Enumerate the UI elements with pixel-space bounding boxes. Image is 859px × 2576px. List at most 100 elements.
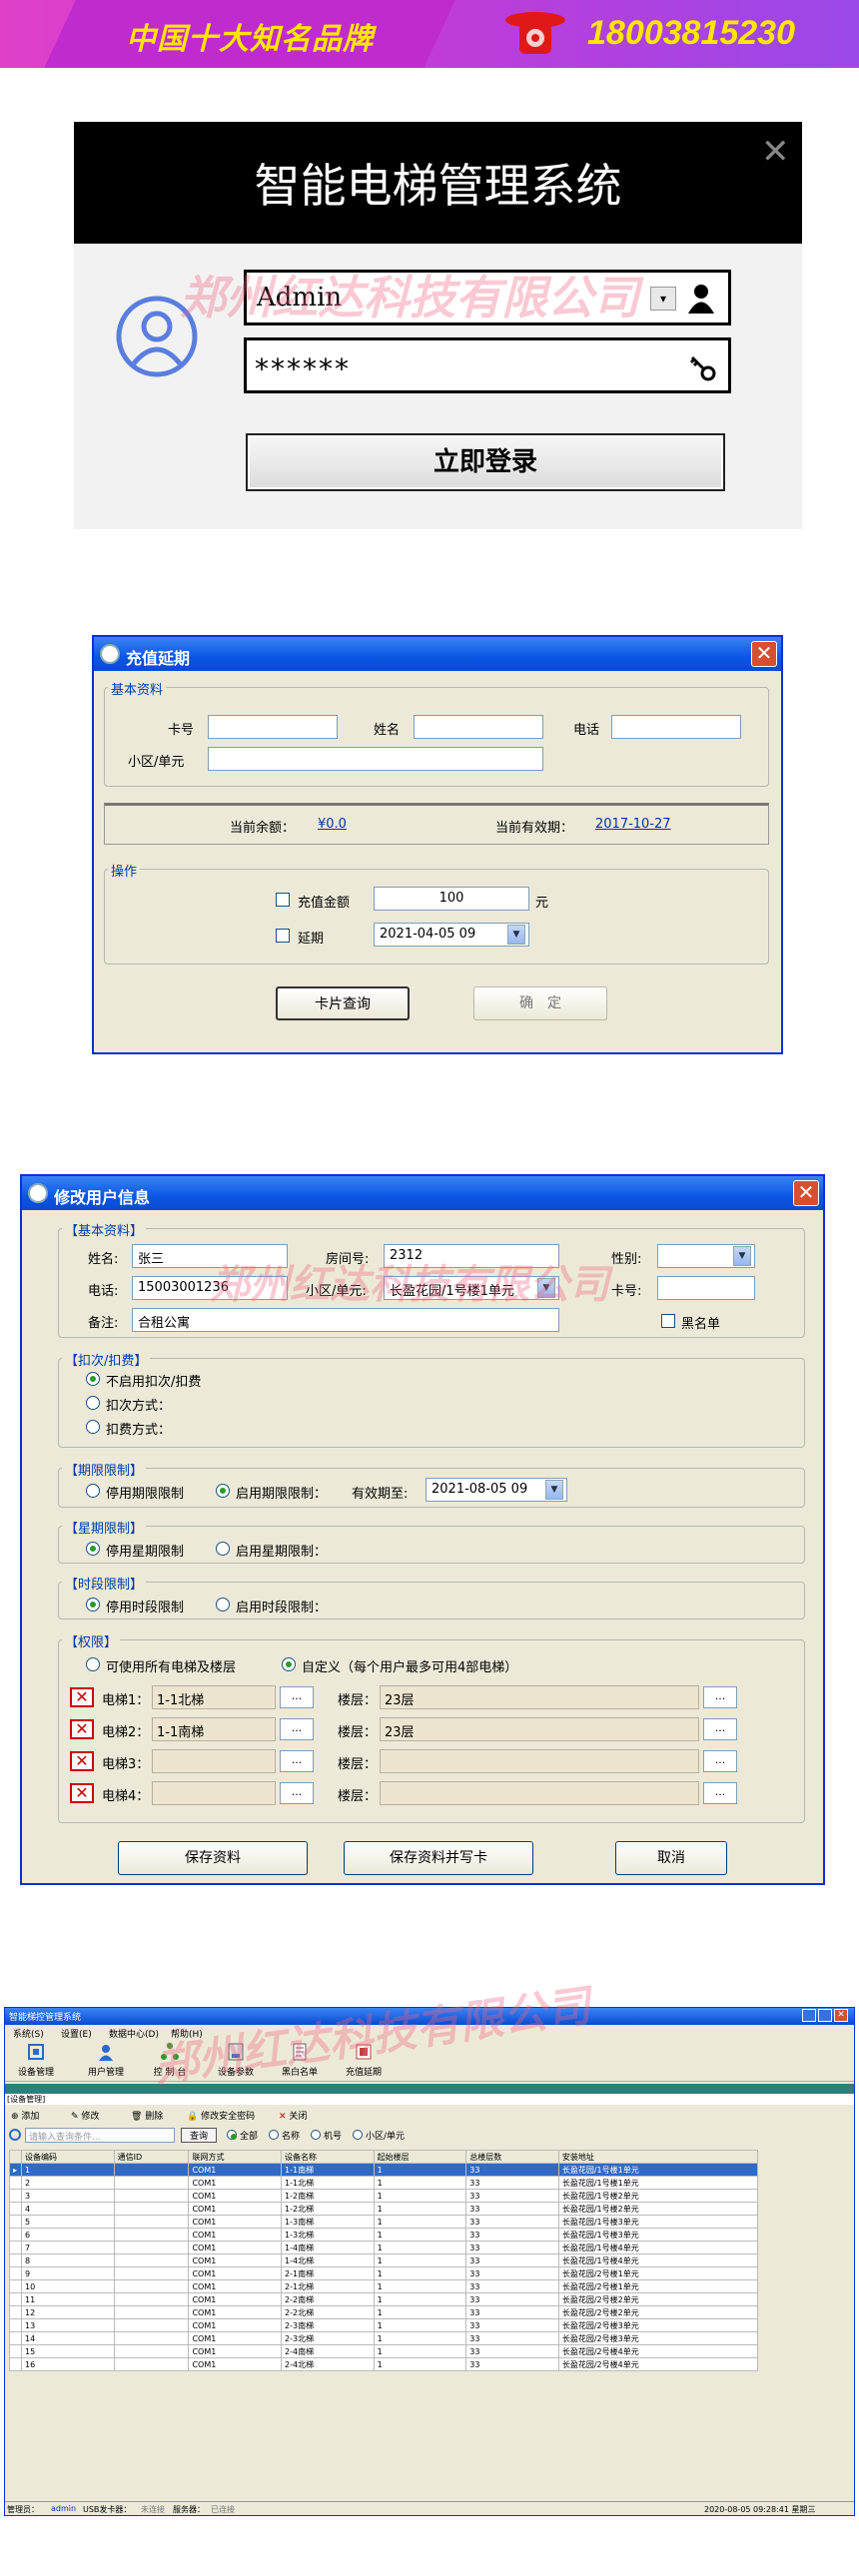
week-off-radio[interactable] [86,1542,100,1556]
remove-elevator-2-icon[interactable]: ✕ [70,1719,94,1739]
card-input[interactable] [657,1276,755,1300]
elevator-3-field[interactable] [152,1749,276,1773]
filter-all-radio[interactable] [227,2130,237,2140]
deduct-fee-radio[interactable] [86,1420,100,1434]
table-row[interactable]: 15 COM1 2-4南梯 1 33 长盈花园/2号楼4单元 [9,2344,759,2358]
add-button[interactable]: ⊕ 添加 [11,2109,39,2122]
table-row[interactable]: 2 COM1 1-1北梯 1 33 长盈花园/1号楼1单元 [9,2176,759,2190]
save-write-card-button[interactable]: 保存资料并写卡 [344,1841,533,1875]
extend-date-picker[interactable]: 2021-04-05 09 [374,923,529,947]
floor-2-field[interactable]: 23层 [380,1717,699,1741]
change-password-button[interactable]: 🔒 修改安全密码 [187,2109,255,2122]
menu-settings[interactable]: 设置(E) [61,2027,92,2040]
card-input[interactable] [208,715,338,739]
column-header[interactable]: 起始楼层 [373,2150,467,2164]
extend-checkbox[interactable] [276,929,290,943]
floor-3-browse-button[interactable]: ... [703,1750,737,1772]
close-icon[interactable]: ✕ [761,132,790,172]
close-icon[interactable]: ✕ [834,2009,848,2022]
table-row[interactable]: 8 COM1 1-4北梯 1 33 长盈花园/1号楼4单元 [9,2254,759,2267]
column-header[interactable]: 联网方式 [188,2150,283,2164]
maximize-icon[interactable] [818,2009,832,2022]
floor-2-browse-button[interactable]: ... [703,1718,737,1740]
name-input[interactable]: 张三 [132,1244,288,1268]
minimize-icon[interactable] [802,2009,816,2022]
filter-id-radio[interactable] [311,2130,321,2140]
username-dropdown[interactable]: ▾ [650,287,676,311]
remove-elevator-4-icon[interactable]: ✕ [70,1783,94,1803]
elevator-4-browse-button[interactable]: ... [280,1782,314,1804]
tool-console[interactable]: 控 制 台 [145,2042,195,2078]
filter-community-radio[interactable] [353,2130,363,2140]
column-header[interactable]: 设备编码 [21,2150,115,2164]
tool-user-manage[interactable]: 用户管理 [81,2042,131,2078]
deduct-none-radio[interactable] [86,1372,100,1386]
recharge-checkbox[interactable] [276,893,290,907]
blacklist-checkbox[interactable] [661,1314,675,1328]
elevator-1-browse-button[interactable]: ... [280,1686,314,1708]
username-field[interactable]: Admin ▾ [244,270,731,325]
period-off-radio[interactable] [86,1484,100,1498]
confirm-button[interactable]: 确 定 [473,986,607,1020]
cancel-button[interactable]: 取消 [615,1841,727,1875]
chevron-down-icon[interactable]: ▼ [545,1480,563,1500]
column-header[interactable]: 总楼层数 [465,2150,559,2164]
table-row[interactable]: 3 COM1 1-2南梯 1 33 长盈花园/1号楼2单元 [9,2189,759,2203]
elevator-1-field[interactable]: 1-1北梯 [152,1685,276,1709]
column-header[interactable]: 设备名称 [281,2150,375,2164]
elevator-4-field[interactable] [152,1781,276,1805]
column-header[interactable]: 通信ID [113,2150,190,2164]
filter-name-radio[interactable] [269,2130,279,2140]
phone-input[interactable] [611,715,741,739]
table-row[interactable]: 14 COM1 2-3北梯 1 33 长盈花园/2号楼3单元 [9,2331,759,2345]
tool-recharge[interactable]: 充值延期 [339,2042,389,2078]
note-input[interactable]: 合租公寓 [132,1308,559,1332]
remove-elevator-1-icon[interactable]: ✕ [70,1687,94,1707]
perm-custom-radio[interactable] [282,1657,296,1671]
week-on-radio[interactable] [216,1542,230,1556]
chevron-down-icon[interactable]: ▼ [537,1278,555,1298]
tool-device-manage[interactable]: 设备管理 [11,2042,61,2078]
close-icon[interactable]: ✕ [793,1180,819,1206]
menu-help[interactable]: 帮助(H) [171,2027,203,2040]
community-select[interactable]: 长盈花园/1号楼1单元 [384,1276,559,1300]
query-button[interactable]: 查询 [181,2128,217,2143]
floor-4-field[interactable] [380,1781,699,1805]
menu-data-center[interactable]: 数据中心(D) [109,2027,159,2040]
table-row[interactable]: 13 COM1 2-3南梯 1 33 长盈花园/2号楼3单元 [9,2318,759,2332]
perm-all-radio[interactable] [86,1657,100,1671]
save-button[interactable]: 保存资料 [118,1841,308,1875]
search-input[interactable]: 请输入查询条件... [25,2128,175,2143]
chevron-down-icon[interactable]: ▼ [507,925,525,945]
table-row[interactable]: ▸ 1 COM1 1-1南梯 1 33 长盈花园/1号楼1单元 [9,2163,759,2177]
phone-input[interactable]: 15003001236 [132,1276,288,1300]
table-row[interactable]: 9 COM1 2-1南梯 1 33 长盈花园/2号楼1单元 [9,2266,759,2280]
password-field[interactable]: ****** [244,337,731,393]
edit-button[interactable]: ✎ 修改 [71,2109,99,2122]
table-row[interactable]: 10 COM1 2-1北梯 1 33 长盈花园/2号楼1单元 [9,2279,759,2293]
column-header[interactable]: 安装地址 [557,2150,759,2164]
menu-system[interactable]: 系统(S) [13,2027,44,2040]
tool-device-params[interactable]: 设备参数 [211,2042,261,2078]
remove-elevator-3-icon[interactable]: ✕ [70,1751,94,1771]
room-input[interactable]: 2312 [384,1244,559,1268]
name-input[interactable] [414,715,543,739]
floor-1-browse-button[interactable]: ... [703,1686,737,1708]
table-row[interactable]: 11 COM1 2-2南梯 1 33 长盈花园/2号楼2单元 [9,2292,759,2306]
floor-4-browse-button[interactable]: ... [703,1782,737,1804]
table-row[interactable]: 6 COM1 1-3北梯 1 33 长盈花园/1号楼3单元 [9,2228,759,2242]
table-row[interactable]: 4 COM1 1-2北梯 1 33 长盈花园/1号楼2单元 [9,2202,759,2216]
close-icon[interactable]: ✕ [751,641,777,667]
tool-black-white-list[interactable]: 黑白名单 [275,2042,325,2078]
deduct-count-radio[interactable] [86,1396,100,1410]
recharge-amount-input[interactable]: 100 [374,887,529,911]
community-input[interactable] [208,747,543,771]
period-on-radio[interactable] [216,1484,230,1498]
close-button[interactable]: ✕ 关闭 [279,2109,307,2122]
table-row[interactable]: 5 COM1 1-3南梯 1 33 长盈花园/1号楼3单元 [9,2215,759,2229]
floor-3-field[interactable] [380,1749,699,1773]
delete-button[interactable]: 🗑 删除 [131,2109,163,2122]
time-off-radio[interactable] [86,1598,100,1611]
balance-value[interactable]: ¥0.0 [318,817,347,832]
expiry-value[interactable]: 2017-10-27 [595,817,671,832]
